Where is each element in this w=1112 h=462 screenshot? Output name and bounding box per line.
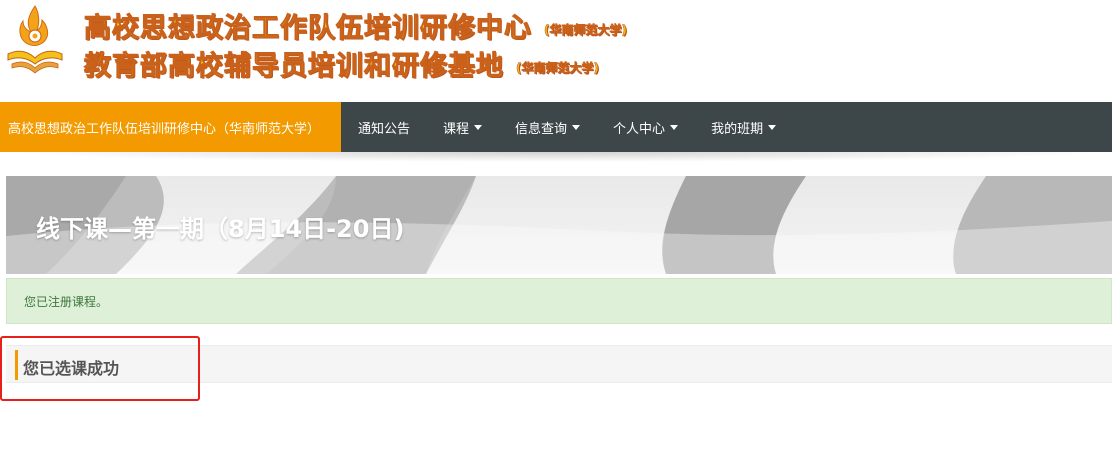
highlight-annotation-box: [0, 336, 200, 401]
caret-down-icon: [474, 125, 483, 130]
navbar-brand[interactable]: 高校思想政治工作队伍培训研修中心（华南师范大学）: [0, 102, 341, 152]
nav-item-courses-label: 课程: [443, 121, 470, 137]
registration-alert-message: 您已注册课程。: [24, 294, 109, 309]
registration-alert: 您已注册课程。: [6, 278, 1112, 324]
nav-item-personal-center[interactable]: 个人中心: [613, 118, 679, 137]
caret-down-icon: [768, 125, 777, 130]
main-navbar: 高校思想政治工作队伍培训研修中心（华南师范大学） 通知公告 课程 信息查询 个人…: [0, 102, 1112, 152]
course-title: 线下课—第一期（8月14日-20日): [36, 215, 405, 243]
nav-item-courses[interactable]: 课程: [443, 118, 483, 137]
course-banner: 线下课—第一期（8月14日-20日): [6, 176, 1112, 274]
site-title-line-2-main: 教育部高校辅导员培训和研修基地: [84, 51, 504, 83]
caret-down-icon: [670, 125, 679, 130]
site-title-line-1: 高校思想政治工作队伍培训研修中心 (华南师范大学): [84, 6, 628, 45]
site-title-line-2-sub: (华南师范大学): [516, 61, 600, 76]
nav-item-notices-label: 通知公告: [358, 121, 411, 137]
site-title-line-1-main: 高校思想政治工作队伍培训研修中心: [84, 13, 532, 45]
nav-item-personal-center-label: 个人中心: [613, 121, 666, 137]
nav-item-my-classes[interactable]: 我的班期: [711, 118, 777, 137]
caret-down-icon: [572, 125, 581, 130]
navbar-shadow: [0, 152, 1112, 162]
nav-item-my-classes-label: 我的班期: [711, 121, 764, 137]
site-title-line-2: 教育部高校辅导员培训和研修基地 (华南师范大学): [84, 44, 600, 83]
university-flame-logo-icon: [7, 5, 63, 74]
site-title-line-1-sub: (华南师范大学): [544, 23, 628, 38]
nav-item-info-query[interactable]: 信息查询: [515, 118, 581, 137]
nav-item-notices[interactable]: 通知公告: [358, 118, 410, 137]
navbar-items: 通知公告 课程 信息查询 个人中心 我的班期: [341, 102, 809, 152]
site-header: 高校思想政治工作队伍培训研修中心 (华南师范大学) 教育部高校辅导员培训和研修基地…: [0, 0, 1112, 102]
nav-item-info-query-label: 信息查询: [515, 121, 568, 137]
